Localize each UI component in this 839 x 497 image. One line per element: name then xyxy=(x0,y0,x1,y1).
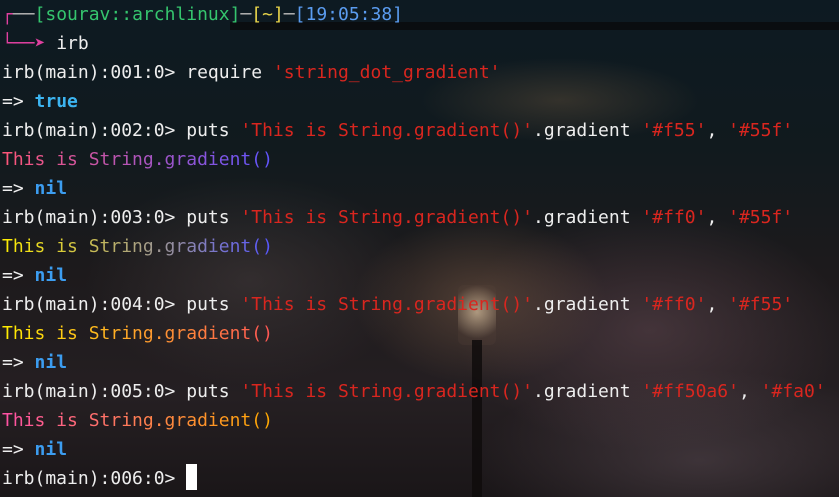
ruby-method-call: .gradient xyxy=(533,294,642,315)
prompt-user-host: [sourav::archlinux] xyxy=(34,4,241,25)
gradient-output-line: This is String.gradient() xyxy=(2,232,839,261)
ruby-color-arg: '#f55' xyxy=(641,120,707,141)
irb-input-line: irb(main):003:0> puts 'This is String.gr… xyxy=(2,203,839,232)
prompt-dash: ─ xyxy=(283,4,295,25)
prompt-corner-bottom: └ xyxy=(2,33,13,54)
result-value: nil xyxy=(34,439,68,460)
gradient-output-line: This is String.gradient() xyxy=(2,406,839,435)
ruby-method: require xyxy=(186,62,273,83)
result-arrow: => xyxy=(2,178,35,199)
irb-prompt: irb(main):001:0> xyxy=(2,62,187,83)
ruby-string-literal: 'This is String.gradient()' xyxy=(240,207,534,228)
ruby-color-arg: '#55f' xyxy=(728,207,794,228)
gradient-output-text: This is String.gradient() xyxy=(2,323,273,344)
prompt-dash: ── xyxy=(12,4,35,25)
ruby-color-arg: '#fa0' xyxy=(760,381,826,402)
result-arrow: => xyxy=(2,439,35,460)
arg-separator: , xyxy=(706,120,729,141)
ruby-method: puts xyxy=(186,207,241,228)
irb-prompt: irb(main):006:0> xyxy=(2,468,187,489)
result-arrow: => xyxy=(2,265,35,286)
irb-result-line: => nil xyxy=(2,174,839,203)
prompt-directory: [~] xyxy=(251,4,284,25)
result-arrow: => xyxy=(2,352,35,373)
irb-input-line: irb(main):001:0> require 'string_dot_gra… xyxy=(2,58,839,87)
irb-prompt: irb(main):005:0> xyxy=(2,381,187,402)
result-value: nil xyxy=(34,352,68,373)
ruby-method: puts xyxy=(186,381,241,402)
ruby-color-arg: '#ff0' xyxy=(641,207,707,228)
gradient-output-line: This is String.gradient() xyxy=(2,145,839,174)
result-value: nil xyxy=(34,178,68,199)
ruby-method: puts xyxy=(186,120,241,141)
arg-separator: , xyxy=(706,294,729,315)
arg-separator: , xyxy=(706,207,729,228)
ruby-method-call: .gradient xyxy=(533,207,642,228)
result-arrow: => xyxy=(2,91,35,112)
irb-prompt: irb(main):002:0> xyxy=(2,120,187,141)
ruby-string-literal: 'This is String.gradient()' xyxy=(240,120,534,141)
prompt-time: [19:05:38] xyxy=(294,4,404,25)
prompt-corner-top: ┌ xyxy=(2,4,13,25)
terminal-screen: ┌──[sourav::archlinux]─[~]─[19:05:38] └─… xyxy=(2,0,839,497)
ruby-method-call: .gradient xyxy=(533,120,642,141)
irb-prompt: irb(main):004:0> xyxy=(2,294,187,315)
ruby-method-call: .gradient xyxy=(533,381,642,402)
ruby-method: puts xyxy=(186,294,241,315)
prompt-arrow-icon: ──➤ xyxy=(12,33,46,54)
ruby-color-arg: '#ff50a6' xyxy=(641,381,739,402)
irb-result-line: => nil xyxy=(2,435,839,464)
shell-prompt-line: ┌──[sourav::archlinux]─[~]─[19:05:38] xyxy=(2,0,839,29)
irb-result-line: => nil xyxy=(2,261,839,290)
gradient-output-text: This is String.gradient() xyxy=(2,410,273,431)
ruby-color-arg: '#55f' xyxy=(728,120,794,141)
result-value: true xyxy=(34,91,78,112)
ruby-string-literal: 'This is String.gradient()' xyxy=(240,381,534,402)
text-cursor[interactable] xyxy=(186,464,198,490)
shell-command-line: └──➤ irb xyxy=(2,29,839,58)
arg-separator: , xyxy=(738,381,761,402)
prompt-dash: ─ xyxy=(240,4,252,25)
terminal-window[interactable]: ┌──[sourav::archlinux]─[~]─[19:05:38] └─… xyxy=(0,0,839,497)
result-value: nil xyxy=(34,265,68,286)
shell-command: irb xyxy=(56,33,89,54)
gradient-output-text: This is String.gradient() xyxy=(2,149,273,170)
gradient-output-text: This is String.gradient() xyxy=(2,236,273,257)
ruby-color-arg: '#ff0' xyxy=(641,294,707,315)
gradient-output-line: This is String.gradient() xyxy=(2,319,839,348)
irb-current-input-line[interactable]: irb(main):006:0> xyxy=(2,464,839,493)
irb-input-line: irb(main):002:0> puts 'This is String.gr… xyxy=(2,116,839,145)
ruby-string-literal: 'This is String.gradient()' xyxy=(240,294,534,315)
ruby-color-arg: '#f55' xyxy=(728,294,794,315)
irb-result-line: => true xyxy=(2,87,839,116)
irb-input-line: irb(main):005:0> puts 'This is String.gr… xyxy=(2,377,839,406)
ruby-string-literal: 'string_dot_gradient' xyxy=(272,62,501,83)
irb-prompt: irb(main):003:0> xyxy=(2,207,187,228)
irb-input-line: irb(main):004:0> puts 'This is String.gr… xyxy=(2,290,839,319)
irb-result-line: => nil xyxy=(2,348,839,377)
